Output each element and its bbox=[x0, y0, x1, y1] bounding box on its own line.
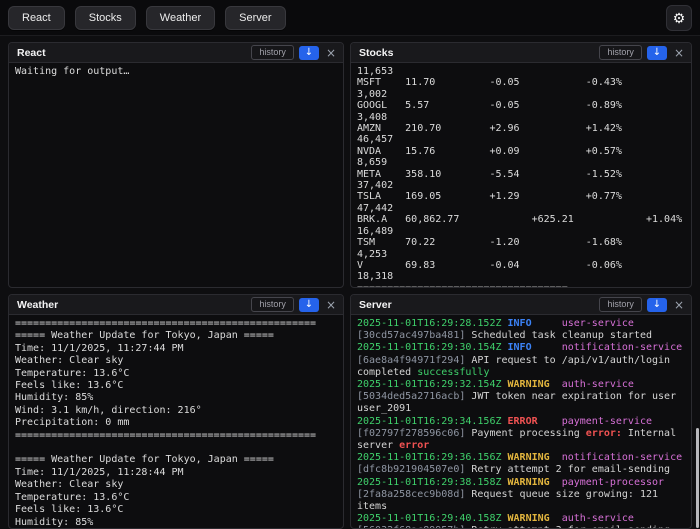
panel-stocks: Stocks history ↓ × 11,653 MSFT 11.70 -0.0… bbox=[350, 42, 692, 288]
panel-react-header: React history ↓ × bbox=[9, 43, 343, 63]
download-button[interactable]: ↓ bbox=[646, 297, 667, 312]
output-line: Humidity: 85% bbox=[15, 516, 94, 528]
output-line: TSLA 169.05 +1.29 +0.77% bbox=[357, 191, 622, 203]
output-line: AMZN 210.70 +2.96 +1.42% bbox=[357, 123, 622, 135]
output-line: ========================================… bbox=[15, 318, 317, 329]
panel-title: Stocks bbox=[359, 46, 394, 59]
output-line: =================================== bbox=[357, 283, 685, 287]
log-line: [f02797f278596c06] Payment processing er… bbox=[357, 427, 683, 452]
output-line: Time: 11/1/2025, 11:28:44 PM bbox=[15, 466, 184, 478]
output-line: Time: 11/1/2025, 11:27:44 PM bbox=[15, 342, 184, 354]
close-icon[interactable]: × bbox=[324, 47, 338, 59]
tab-bar: React Stocks Weather Server bbox=[8, 5, 666, 30]
stocks-output[interactable]: 11,653 MSFT 11.70 -0.05 -0.43% 3,002 GOOGL … bbox=[351, 63, 691, 287]
output-line: NVDA 15.76 +0.09 +0.57% bbox=[357, 145, 622, 157]
output-line: 16,489 bbox=[357, 225, 394, 237]
panel-title: Weather bbox=[17, 298, 59, 311]
log-line: 2025-11-01T16:29:36.156Z WARNING notific… bbox=[357, 452, 683, 464]
window-scrollbar-thumb[interactable] bbox=[696, 428, 699, 528]
output-line: V 69.83 -0.04 -0.06% bbox=[357, 259, 622, 271]
log-line: [5034ded5a2716acb] JWT token near expira… bbox=[357, 391, 683, 415]
history-button[interactable]: history bbox=[599, 45, 642, 60]
output-line: 3,002 bbox=[357, 88, 388, 100]
output-line: Humidity: 85% bbox=[15, 392, 94, 404]
log-line: 2025-11-01T16:29:38.158Z WARNING payment… bbox=[357, 476, 665, 488]
download-button[interactable]: ↓ bbox=[298, 297, 319, 312]
download-arrow-icon: ↓ bbox=[304, 46, 314, 58]
log-line: 2025-11-01T16:29:40.158Z WARNING auth-se… bbox=[357, 513, 634, 525]
close-icon[interactable]: × bbox=[324, 299, 338, 311]
topbar: React Stocks Weather Server ⚙ bbox=[0, 0, 700, 36]
output-line: META 358.10 -5.54 -1.52% bbox=[357, 168, 622, 180]
panel-server: Server history ↓ × 2025-11-01T16:29:28.1… bbox=[350, 294, 692, 529]
output-line: 8,659 bbox=[357, 157, 388, 169]
output-line: MSFT 11.70 -0.05 -0.43% bbox=[357, 77, 622, 89]
output-line: 46,457 bbox=[357, 134, 394, 146]
output-line: 37,402 bbox=[357, 180, 394, 192]
output-line: Weather: Clear sky bbox=[15, 479, 124, 491]
panel-title: React bbox=[17, 46, 46, 59]
log-line: 2025-11-01T16:29:34.156Z ERROR payment-s… bbox=[357, 415, 653, 427]
log-line: [30cd57ac497ba481] Scheduled task cleanu… bbox=[357, 330, 653, 342]
output-line: 4,253 bbox=[357, 248, 388, 260]
panel-controls: history ↓ × bbox=[251, 45, 338, 60]
log-line: [6ae8a4f94971f294] API request to /api/v… bbox=[357, 354, 677, 378]
panel-weather: Weather history ↓ × ====================… bbox=[8, 294, 344, 529]
output-line: Wind: 3.1 km/h, direction: 216° bbox=[15, 404, 202, 416]
download-arrow-icon: ↓ bbox=[652, 298, 662, 310]
output-line: 47,442 bbox=[357, 202, 394, 214]
history-button[interactable]: history bbox=[251, 45, 294, 60]
server-log-output[interactable]: 2025-11-01T16:29:28.152Z INFO user-servi… bbox=[351, 315, 691, 528]
panel-grid: React history ↓ × Waiting for output… St… bbox=[0, 36, 700, 529]
settings-button[interactable]: ⚙ bbox=[666, 4, 692, 31]
panel-controls: history ↓ × bbox=[251, 297, 338, 312]
output-line: ===== Weather Update for Tokyo, Japan ==… bbox=[15, 330, 274, 342]
output-line: Temperature: 13.6°C bbox=[15, 491, 130, 503]
react-output[interactable]: Waiting for output… bbox=[9, 63, 343, 287]
panel-controls: history ↓ × bbox=[599, 297, 686, 312]
panel-controls: history ↓ × bbox=[599, 45, 686, 60]
output-line: 18,318 bbox=[357, 271, 394, 283]
tab-react[interactable]: React bbox=[8, 5, 65, 30]
history-button[interactable]: history bbox=[251, 297, 294, 312]
tab-server[interactable]: Server bbox=[225, 5, 286, 30]
weather-output[interactable]: ========================================… bbox=[9, 315, 343, 528]
log-line: 2025-11-01T16:29:28.152Z INFO user-servi… bbox=[357, 318, 634, 329]
output-line: Precipitation: 0 mm bbox=[15, 417, 130, 429]
log-line: 2025-11-01T16:29:30.154Z INFO notificati… bbox=[357, 342, 683, 354]
download-arrow-icon: ↓ bbox=[304, 298, 314, 310]
download-button[interactable]: ↓ bbox=[646, 45, 667, 60]
panel-weather-header: Weather history ↓ × bbox=[9, 295, 343, 315]
panel-react: React history ↓ × Waiting for output… bbox=[8, 42, 344, 288]
log-line: 2025-11-01T16:29:32.154Z WARNING auth-se… bbox=[357, 379, 634, 391]
panel-title: Server bbox=[359, 298, 392, 311]
close-icon[interactable]: × bbox=[672, 47, 686, 59]
close-icon[interactable]: × bbox=[672, 299, 686, 311]
output-line: Temperature: 13.6°C bbox=[15, 367, 130, 379]
output-line: BRK.A 60,862.77 +625.21 +1.04% bbox=[357, 214, 683, 226]
output-line: 11,653 bbox=[357, 66, 394, 77]
output-line: Waiting for output… bbox=[15, 66, 130, 77]
tab-stocks[interactable]: Stocks bbox=[74, 5, 136, 30]
download-arrow-icon: ↓ bbox=[652, 46, 662, 58]
output-line: GOOGL 5.57 -0.05 -0.89% bbox=[357, 100, 622, 112]
output-line: ========================================… bbox=[15, 429, 317, 441]
output-line: TSM 70.22 -1.20 -1.68% bbox=[357, 237, 622, 249]
log-line: [2fa8a258cec9b08d] Request queue size gr… bbox=[357, 488, 665, 513]
output-line: Weather: Clear sky bbox=[15, 355, 124, 367]
history-button[interactable]: history bbox=[599, 297, 642, 312]
output-line: 3,408 bbox=[357, 111, 388, 123]
output-line: Feels like: 13.6°C bbox=[15, 380, 124, 392]
output-line: Feels like: 13.6°C bbox=[15, 504, 124, 516]
panel-stocks-header: Stocks history ↓ × bbox=[351, 43, 691, 63]
gear-icon: ⚙ bbox=[672, 9, 686, 26]
tab-weather[interactable]: Weather bbox=[145, 5, 216, 30]
output-line: ===== Weather Update for Tokyo, Japan ==… bbox=[15, 454, 274, 466]
panel-server-header: Server history ↓ × bbox=[351, 295, 691, 315]
log-line: [dfc8b921904507e0] Retry attempt 2 for e… bbox=[357, 464, 671, 476]
download-button[interactable]: ↓ bbox=[298, 45, 319, 60]
